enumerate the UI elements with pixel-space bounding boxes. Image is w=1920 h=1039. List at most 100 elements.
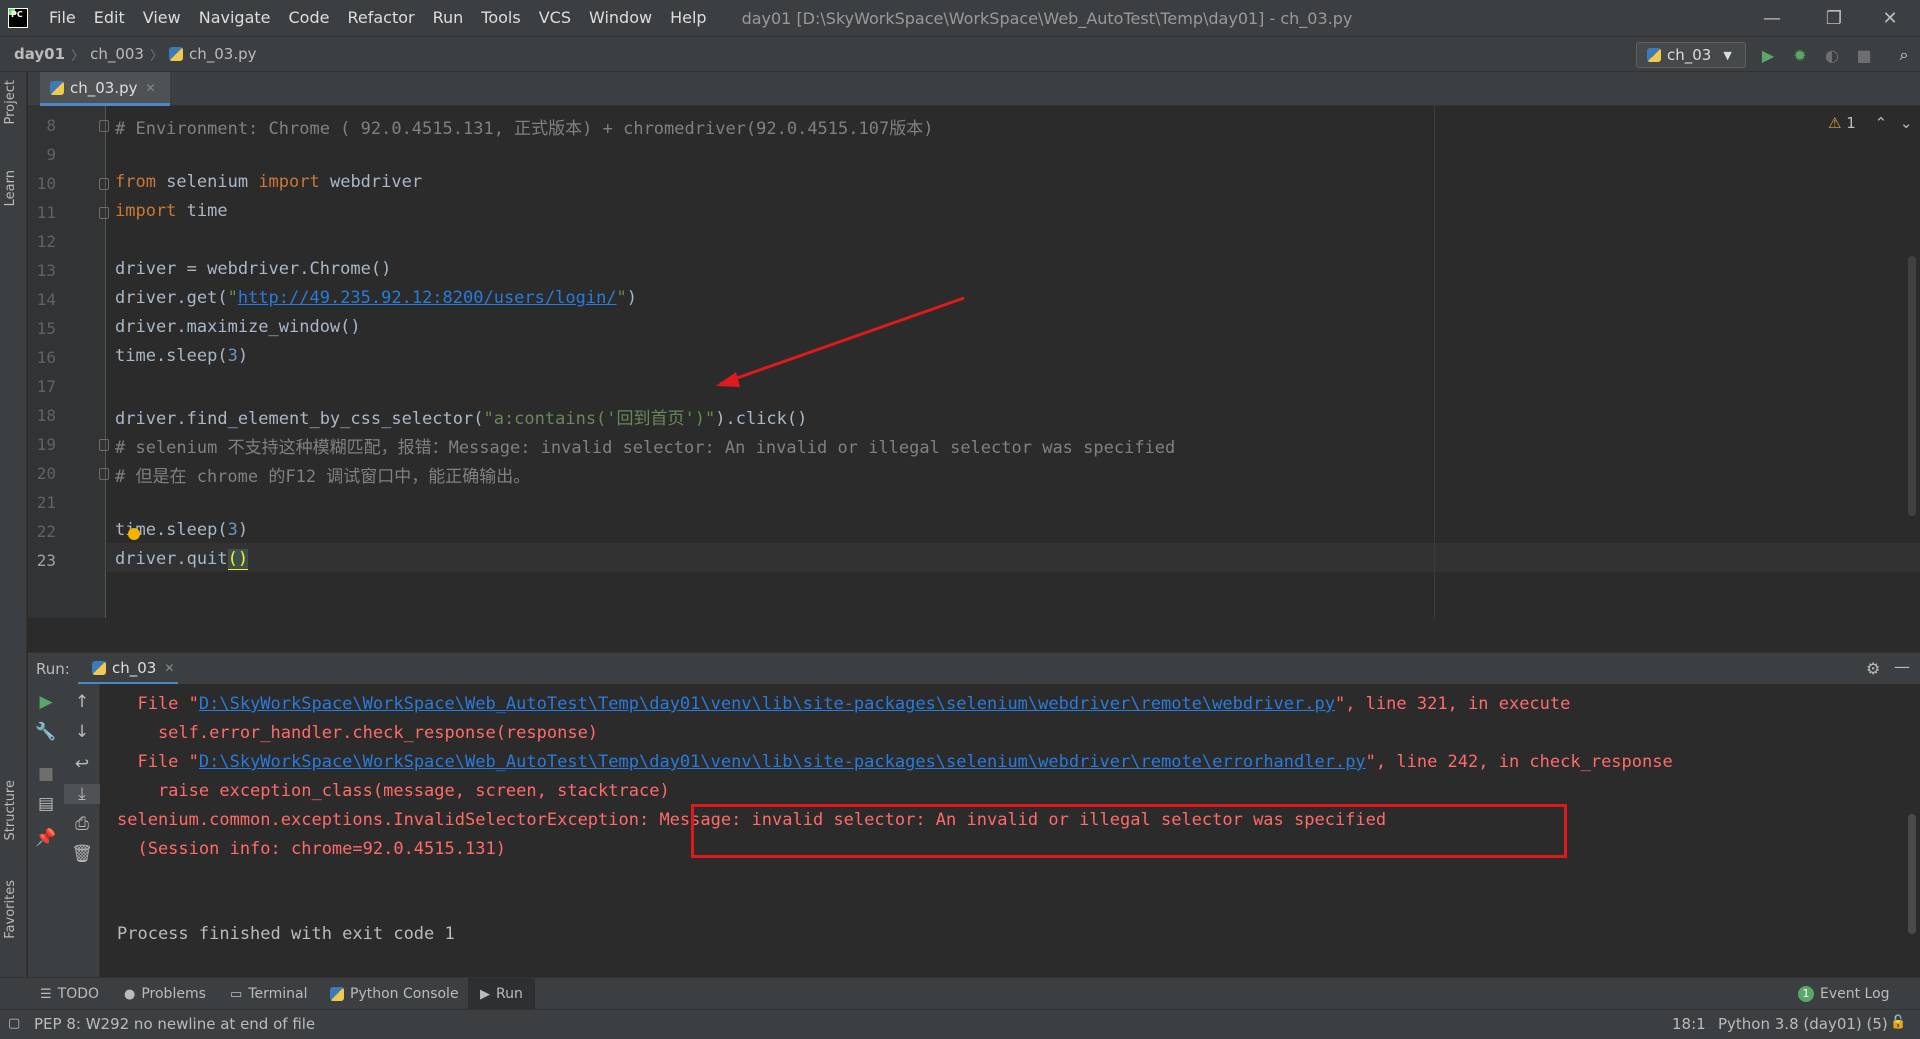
cursor-position[interactable]: 18:1 (1672, 1015, 1706, 1033)
arrow-up-icon[interactable]: ↑ (64, 692, 100, 712)
run-config-label: ch_03 (1667, 46, 1712, 64)
menu-tools[interactable]: Tools (472, 0, 529, 36)
menu-bar: File Edit View Navigate Code Refactor Ru… (0, 0, 1920, 36)
python-icon (1647, 48, 1661, 62)
file-link[interactable]: D:\SkyWorkSpace\WorkSpace\Web_AutoTest\T… (199, 694, 1335, 714)
coverage-icon[interactable]: ◐ (1822, 45, 1842, 65)
trash-icon[interactable]: 🗑 (64, 844, 100, 864)
hide-panel-icon[interactable]: — (1894, 657, 1910, 676)
close-tab-icon[interactable]: ✕ (164, 661, 174, 675)
run-console[interactable]: ▶ 🔧 ■ ▤ 📌 ↑ ↓ ↩ ⤓ ⎙ 🗑 File "D:\SkyWorkSp… (28, 684, 1920, 977)
pin-icon[interactable]: 📌 (28, 828, 64, 848)
run-toolbar-primary: ▶ 🔧 ■ ▤ 📌 (28, 684, 64, 977)
editor-tab-label: ch_03.py (70, 78, 138, 97)
menu-run[interactable]: Run (424, 0, 473, 36)
favorites-tool-tab[interactable]: Favorites (3, 880, 18, 939)
gear-icon[interactable]: ⚙ (1866, 659, 1880, 678)
lock-icon[interactable]: 🔓 (1890, 1015, 1906, 1030)
menu-file[interactable]: File (40, 0, 85, 36)
tab-label: Problems (141, 986, 206, 1002)
menu-window[interactable]: Window (580, 0, 661, 36)
project-tool-tab[interactable]: Project (3, 80, 18, 124)
close-tab-icon[interactable]: ✕ (146, 81, 156, 95)
run-toolbar-secondary: ↑ ↓ ↩ ⤓ ⎙ 🗑 (64, 684, 100, 977)
run-panel-header: Run: ch_03 ✕ ⚙ — (28, 652, 1920, 685)
pycharm-logo-icon (8, 8, 28, 28)
console-line: raise exception_class(message, screen, s… (117, 781, 670, 801)
interpreter-selector[interactable]: Python 3.8 (day01) (5) (1718, 1015, 1888, 1033)
todo-tab[interactable]: ☰ TODO (40, 978, 99, 1010)
python-file-icon (168, 47, 183, 61)
menu-view[interactable]: View (134, 0, 190, 36)
debug-icon[interactable]: ✹ (1790, 45, 1810, 65)
print-icon[interactable]: ⎙ (64, 814, 100, 834)
bottom-tool-bar: ☰ TODO ● Problems ▭ Terminal Python Console… (0, 977, 1920, 1010)
status-bar: ▢ PEP 8: W292 no newline at end of file … (0, 1009, 1920, 1039)
stop-icon[interactable]: ■ (28, 764, 64, 784)
menu-code[interactable]: Code (280, 0, 339, 36)
arrow-down-icon[interactable]: ↓ (64, 722, 100, 742)
run-icon[interactable]: ▶ (1758, 45, 1778, 65)
console-text: ", line 321, in execute (1334, 694, 1571, 714)
console-text: ", line 242, in check_response (1365, 752, 1673, 772)
console-line: File "D:\SkyWorkSpace\WorkSpace\Web_Auto… (117, 694, 1570, 714)
run-tab-label: ch_03 (112, 658, 157, 677)
terminal-icon: ▭ (230, 986, 243, 1002)
console-scrollbar[interactable] (1908, 814, 1916, 934)
breadcrumb-separator-icon: 〉 (149, 48, 163, 64)
run-tab-ch03[interactable]: ch_03 ✕ (78, 653, 178, 685)
run-config-dropdown[interactable]: ch_03 ▼ (1636, 42, 1746, 68)
learn-tool-tab[interactable]: Learn (3, 170, 18, 206)
stop-icon[interactable]: ■ (1854, 45, 1874, 65)
tab-label: Event Log (1820, 986, 1890, 1002)
restore-icon[interactable]: ❐ (1806, 0, 1862, 36)
wrench-icon[interactable]: 🔧 (28, 722, 64, 742)
console-line: File "D:\SkyWorkSpace\WorkSpace\Web_Auto… (117, 752, 1673, 772)
event-log-tab[interactable]: 1 Event Log (1798, 978, 1890, 1010)
run-panel-label: Run: (36, 659, 70, 678)
code-editor[interactable]: 8 9 10 11 12 13 14 15 16 17 18 19 20 21 … (28, 106, 1920, 618)
breadcrumb-folder[interactable]: ch_003 (84, 45, 150, 63)
info-icon: ● (124, 986, 136, 1002)
terminal-tab[interactable]: ▭ Terminal (230, 978, 307, 1010)
layout-icon[interactable]: ▤ (28, 794, 64, 814)
scroll-to-end-icon[interactable]: ⤓ (64, 784, 100, 804)
console-text: File " (117, 694, 199, 714)
tab-label: TODO (57, 986, 100, 1002)
arrow-head (716, 372, 740, 387)
run-icon: ▶ (480, 986, 490, 1002)
layout-toggle-icon[interactable]: ▢ (8, 1016, 20, 1031)
structure-tool-tab[interactable]: Structure (3, 780, 18, 840)
left-tool-strip: Project Learn Structure Favorites (0, 72, 27, 977)
python-console-tab[interactable]: Python Console (330, 978, 459, 1010)
python-icon (92, 660, 106, 675)
console-text: File " (117, 752, 199, 772)
rerun-icon[interactable]: ▶ (28, 692, 64, 712)
close-icon[interactable]: ✕ (1862, 0, 1918, 36)
search-icon[interactable]: ⌕ (1894, 45, 1914, 65)
annotation-highlight-box (691, 804, 1567, 858)
chevron-down-icon: ▼ (1723, 48, 1732, 62)
soft-wrap-icon[interactable]: ↩ (64, 754, 100, 774)
editor-tab-bar: ch_03.py ✕ (28, 72, 1920, 106)
run-tool-tab[interactable]: ▶ Run (468, 978, 535, 1010)
console-line: self.error_handler.check_response(respon… (117, 723, 599, 743)
tab-label: Terminal (248, 986, 308, 1002)
menu-edit[interactable]: Edit (85, 0, 134, 36)
breadcrumb-file[interactable]: ch_03.py (183, 45, 263, 63)
breadcrumb-project[interactable]: day01 (0, 45, 71, 63)
menu-vcs[interactable]: VCS (530, 0, 580, 36)
file-link[interactable]: D:\SkyWorkSpace\WorkSpace\Web_AutoTest\T… (199, 752, 1366, 772)
arrow-shaft (719, 296, 965, 386)
minimize-icon[interactable]: — (1744, 0, 1800, 36)
menu-help[interactable]: Help (661, 0, 715, 36)
annotation-arrow (716, 296, 965, 387)
event-log-badge: 1 (1798, 986, 1814, 1002)
status-message: PEP 8: W292 no newline at end of file (34, 1015, 316, 1033)
menu-navigate[interactable]: Navigate (190, 0, 280, 36)
editor-tab-ch03[interactable]: ch_03.py ✕ (40, 72, 170, 106)
breadcrumb-separator-icon: 〉 (71, 48, 85, 64)
navigation-bar: day01 〉 ch_003 〉 ch_03.py ch_03 ▼ ▶ ✹ ◐ … (0, 36, 1920, 72)
menu-refactor[interactable]: Refactor (338, 0, 423, 36)
problems-tab[interactable]: ● Problems (124, 978, 206, 1010)
